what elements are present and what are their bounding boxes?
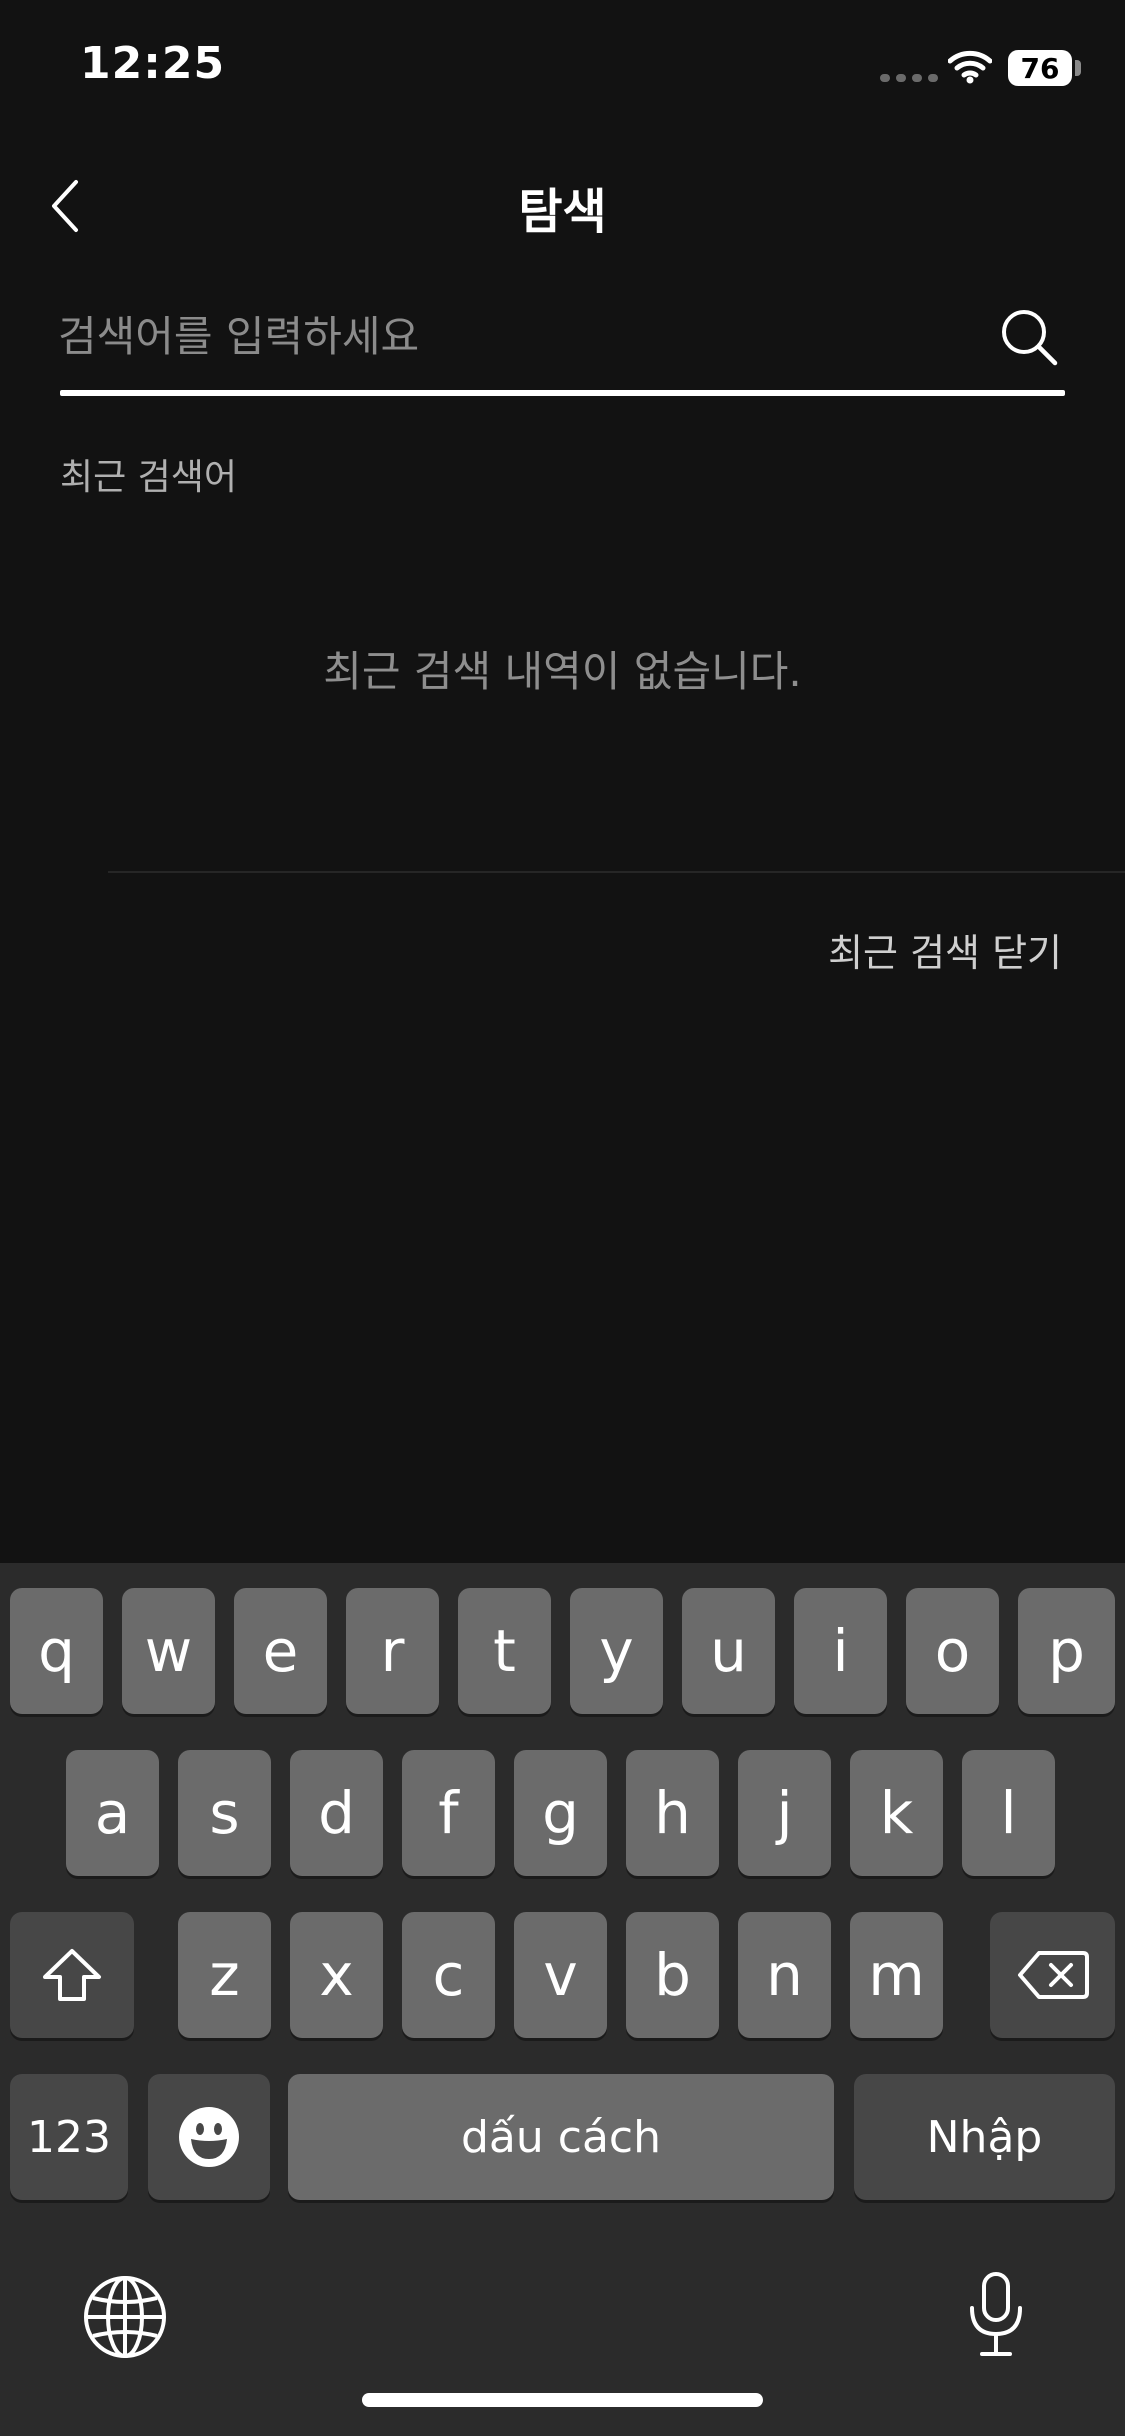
key-r[interactable]: r bbox=[346, 1588, 439, 1714]
search-input[interactable] bbox=[58, 306, 978, 366]
key-w[interactable]: w bbox=[122, 1588, 215, 1714]
key-y[interactable]: y bbox=[570, 1588, 663, 1714]
divider bbox=[108, 871, 1125, 873]
shift-icon bbox=[43, 1949, 101, 2001]
status-time: 12:25 bbox=[80, 38, 226, 89]
key-z[interactable]: z bbox=[178, 1912, 271, 2038]
key-a[interactable]: a bbox=[66, 1750, 159, 1876]
battery-tip bbox=[1075, 60, 1081, 76]
key-u[interactable]: u bbox=[682, 1588, 775, 1714]
key-l[interactable]: l bbox=[962, 1750, 1055, 1876]
key-q[interactable]: q bbox=[10, 1588, 103, 1714]
key-s[interactable]: s bbox=[178, 1750, 271, 1876]
key-i[interactable]: i bbox=[794, 1588, 887, 1714]
key-p[interactable]: p bbox=[1018, 1588, 1115, 1714]
key-n[interactable]: n bbox=[738, 1912, 831, 2038]
key-f[interactable]: f bbox=[402, 1750, 495, 1876]
key-j[interactable]: j bbox=[738, 1750, 831, 1876]
search-underline bbox=[60, 390, 1065, 396]
key-e[interactable]: e bbox=[234, 1588, 327, 1714]
wifi-icon bbox=[948, 50, 992, 84]
return-key[interactable]: Nhập bbox=[854, 2074, 1115, 2200]
page-title: 탐색 bbox=[518, 184, 607, 240]
key-t[interactable]: t bbox=[458, 1588, 551, 1714]
key-d[interactable]: d bbox=[290, 1750, 383, 1876]
key-m[interactable]: m bbox=[850, 1912, 943, 2038]
close-recent-searches-button[interactable]: 최근 검색 닫기 bbox=[800, 922, 1062, 977]
key-b[interactable]: b bbox=[626, 1912, 719, 2038]
globe-icon[interactable] bbox=[82, 2274, 168, 2360]
key-c[interactable]: c bbox=[402, 1912, 495, 2038]
delete-key[interactable] bbox=[990, 1912, 1115, 2038]
emoji-icon bbox=[179, 2107, 239, 2167]
key-g[interactable]: g bbox=[514, 1750, 607, 1876]
space-key[interactable]: dấu cách bbox=[288, 2074, 834, 2200]
key-v[interactable]: v bbox=[514, 1912, 607, 2038]
key-o[interactable]: o bbox=[906, 1588, 999, 1714]
key-k[interactable]: k bbox=[850, 1750, 943, 1876]
empty-recent-message: 최근 검색 내역이 없습니다. bbox=[323, 647, 802, 696]
home-indicator[interactable] bbox=[362, 2393, 763, 2407]
battery-indicator: 76 bbox=[1008, 50, 1072, 86]
microphone-icon[interactable] bbox=[966, 2270, 1026, 2360]
emoji-key[interactable] bbox=[148, 2074, 270, 2200]
cellular-signal-icon bbox=[880, 74, 938, 82]
shift-key[interactable] bbox=[10, 1912, 134, 2038]
numbers-key[interactable]: 123 bbox=[10, 2074, 128, 2200]
search-icon[interactable] bbox=[998, 306, 1060, 368]
backspace-icon bbox=[1017, 1951, 1089, 1999]
key-x[interactable]: x bbox=[290, 1912, 383, 2038]
key-h[interactable]: h bbox=[626, 1750, 719, 1876]
recent-searches-label: 최근 검색어 bbox=[60, 457, 238, 498]
